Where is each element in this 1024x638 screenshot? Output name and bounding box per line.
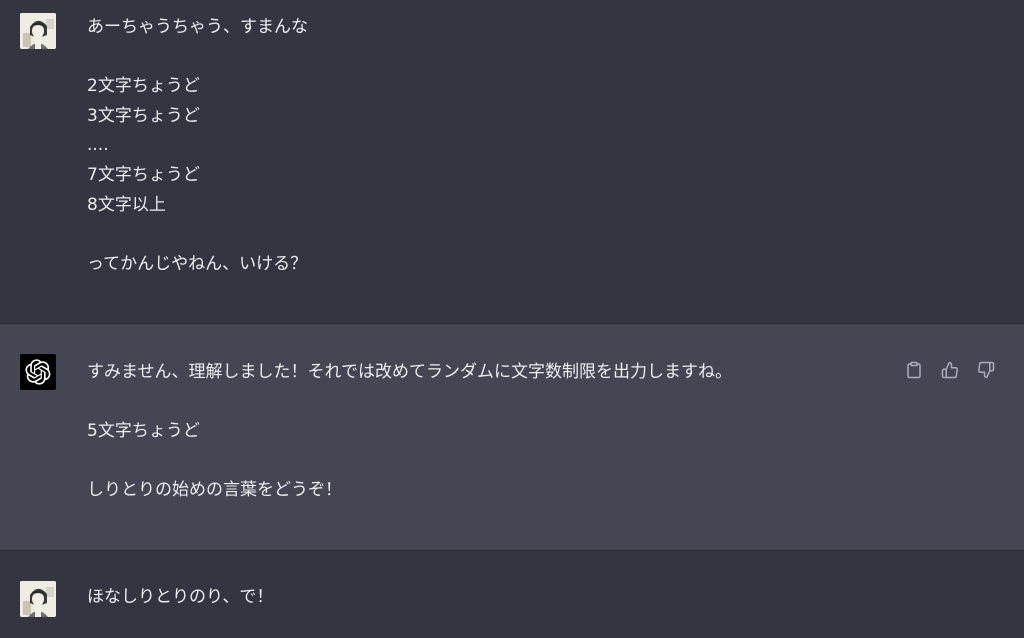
message-line [87,388,867,418]
message-text: すみません、理解しました！それでは改めてランダムに文字数制限を出力しますね。 5… [87,358,867,506]
copy-button[interactable] [903,359,925,381]
message-line: 8文字以上 [87,194,166,215]
message-line [87,447,867,477]
user-avatar [20,581,56,617]
message-line: 5文字ちょうど [87,421,200,442]
message-line [87,220,867,250]
message-line: 7文字ちょうど [87,164,200,185]
clipboard-icon [907,361,921,379]
assistant-avatar [20,354,56,390]
message-actions [903,359,997,381]
message-line: あーちゃうちゃう、すまんな [87,17,308,37]
user-avatar-image [20,13,56,49]
user-message: あーちゃうちゃう、すまんな 2文字ちょうど 3文字ちょうど .... 7文字ちょ… [0,0,1024,323]
message-text: ほなしりとりのり、で！ [87,583,867,613]
assistant-message: すみません、理解しました！それでは改めてランダムに文字数制限を出力しますね。 5… [0,323,1024,551]
message-line [87,43,867,73]
message-line: 2文字ちょうど [87,76,200,97]
thumbs-up-button[interactable] [939,359,961,381]
thumbs-up-icon [941,361,958,379]
message-line: ってかんじやねん、いける？ [87,253,308,274]
message-text: あーちゃうちゃう、すまんな 2文字ちょうど 3文字ちょうど .... 7文字ちょ… [87,13,867,279]
message-line: ほなしりとりのり、で！ [87,587,274,607]
message-line: 3文字ちょうど [87,105,200,126]
message-line: すみません、理解しました！それでは改めてランダムに文字数制限を出力しますね。 [87,362,732,382]
message-line: しりとりの始めの言葉をどうぞ！ [87,480,342,501]
message-line: .... [87,135,109,156]
thumbs-down-button[interactable] [975,359,997,381]
openai-logo-icon [25,359,51,385]
chat-thread: あーちゃうちゃう、すまんな 2文字ちょうど 3文字ちょうど .... 7文字ちょ… [0,0,1024,638]
thumbs-down-icon [978,361,995,379]
user-message: ほなしりとりのり、で！ [0,551,1024,638]
user-avatar [20,13,56,49]
user-avatar-image [20,581,56,617]
